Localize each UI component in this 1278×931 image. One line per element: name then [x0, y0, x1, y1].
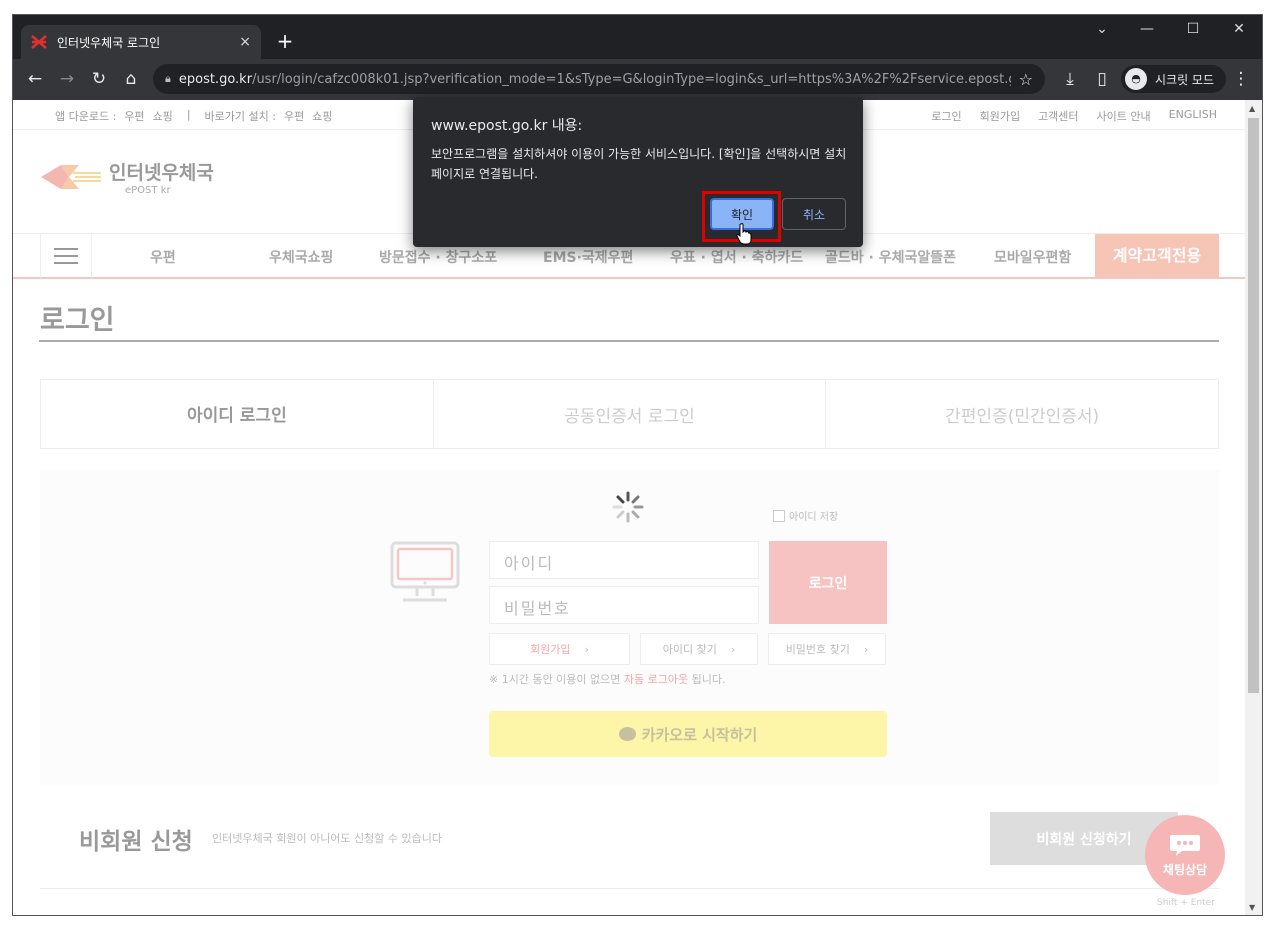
dialog-message: 보안프로그램을 설치하셔야 이용이 가능한 서비스입니다. [확인]을 선택하시…	[431, 147, 847, 181]
guest-description: 인터넷우체국 회원이 아니어도 신청할 수 있습니다	[212, 832, 443, 845]
password-input[interactable]: 비밀번호	[489, 586, 759, 624]
title-divider	[39, 340, 1219, 342]
browser-menu-icon[interactable]: ⋮	[1229, 69, 1253, 89]
hamburger-icon	[54, 255, 78, 257]
epost-favicon-icon	[31, 35, 47, 49]
hand-cursor-icon	[736, 223, 752, 245]
save-id-checkbox[interactable]: 아이디 저장	[773, 508, 838, 523]
login-link[interactable]: 로그인	[931, 108, 961, 124]
scroll-down-icon[interactable]: ▼	[1249, 903, 1255, 912]
auto-logout-notice: ※ 1시간 동안 이용이 없으면 자동 로그아웃 됩니다.	[489, 673, 726, 686]
hamburger-menu-button[interactable]	[40, 234, 92, 278]
chevron-right-icon: ›	[863, 642, 869, 656]
alert-dialog: www.epost.go.kr 내용: 보안프로그램을 설치하셔야 이용이 가능…	[413, 97, 863, 247]
download-icon[interactable]: ⤓	[1058, 69, 1082, 89]
tab-title: 인터넷우체국 로그인	[57, 35, 161, 50]
signup-label: 회원가입	[530, 643, 571, 656]
logo-name: 인터넷우체국	[109, 162, 214, 184]
incognito-icon: ◓	[1125, 68, 1147, 90]
scroll-up-icon[interactable]: ▲	[1249, 104, 1255, 113]
tab-id-login[interactable]: 아이디 로그인	[41, 380, 433, 448]
signup-button[interactable]: 회원가입 ›	[489, 633, 630, 665]
logo-sub: ePOST kr	[125, 185, 171, 196]
id-input[interactable]: 아이디	[489, 541, 759, 579]
gnb-item-mobile-mailbox[interactable]: 모바일우편함	[994, 247, 1071, 267]
util-left: 앱 다운로드 : 우편 쇼핑 | 바로가기 설치 : 우편 쇼핑	[55, 108, 333, 124]
bookmark-star-icon[interactable]: ☆	[1019, 70, 1033, 89]
site-guide-link[interactable]: 사이트 안내	[1097, 108, 1151, 124]
chevron-right-icon: ›	[730, 642, 736, 656]
kakao-login-button[interactable]: 카카오로 시작하기	[489, 711, 887, 757]
shortcut-label: 바로가기 설치 :	[204, 110, 276, 123]
gnb-contract-customer[interactable]: 계약고객전용	[1095, 234, 1219, 278]
browser-window: 인터넷우체국 로그인 × + ⌄ — ☐ ✕ ← → ↻ ⌂ 🔒︎ epost.…	[12, 14, 1263, 916]
close-window-button[interactable]: ✕	[1224, 21, 1254, 37]
tab-strip: 인터넷우체국 로그인 × + ⌄ — ☐ ✕	[13, 15, 1262, 59]
app-download-shop-link[interactable]: 쇼핑	[153, 108, 173, 124]
bottom-divider	[40, 888, 1219, 889]
url-text: epost.go.kr/usr/login/cafzc008k01.jsp?ve…	[179, 72, 1011, 87]
chat-label: 채팅상담	[1162, 862, 1208, 877]
page-scrollbar[interactable]: ▲ ▼	[1245, 100, 1262, 915]
gnb-item-stamps[interactable]: 우표 · 엽서 · 축하카드	[670, 247, 803, 267]
customer-center-link[interactable]: 고객센터	[1038, 108, 1078, 124]
lock-icon[interactable]: 🔒︎	[165, 72, 171, 86]
incognito-label: 시크릿 모드	[1155, 72, 1215, 87]
english-link[interactable]: ENGLISH	[1169, 108, 1217, 124]
scroll-thumb[interactable]	[1248, 118, 1259, 693]
chat-shortcut-hint: Shift + Enter	[1157, 898, 1215, 908]
gnb-item-visit-pickup[interactable]: 방문접수 · 창구소포	[379, 247, 497, 267]
kakao-speech-icon	[618, 727, 636, 741]
kakao-label: 카카오로 시작하기	[641, 725, 758, 744]
chevron-right-icon: ›	[584, 642, 589, 656]
computer-icon	[390, 541, 460, 602]
login-button[interactable]: 로그인	[769, 541, 887, 624]
browser-tab[interactable]: 인터넷우체국 로그인 ×	[21, 25, 261, 59]
reload-button[interactable]: ↻	[87, 69, 111, 89]
tab-close-icon[interactable]: ×	[239, 34, 251, 50]
find-password-label: 비밀번호 찾기	[785, 643, 850, 656]
chat-consult-button[interactable]: 채팅상담	[1145, 815, 1225, 895]
app-download-label: 앱 다운로드 :	[55, 110, 117, 123]
side-panel-icon[interactable]: ▯	[1090, 69, 1114, 89]
find-password-button[interactable]: 비밀번호 찾기 ›	[768, 633, 886, 665]
login-tabs: 아이디 로그인 공동인증서 로그인 간편인증(민간인증서)	[40, 379, 1219, 449]
browser-toolbar: ← → ↻ ⌂ 🔒︎ epost.go.kr/usr/login/cafzc00…	[13, 59, 1262, 100]
signup-link[interactable]: 회원가입	[980, 108, 1020, 124]
page-title: 로그인	[40, 305, 115, 336]
guest-title: 비회원 신청	[79, 829, 193, 855]
new-tab-button[interactable]: +	[273, 29, 297, 53]
epost-logo-icon	[41, 165, 101, 189]
tab-search-icon[interactable]: ⌄	[1087, 21, 1117, 37]
find-id-button[interactable]: 아이디 찾기 ›	[640, 633, 758, 665]
address-bar[interactable]: 🔒︎ epost.go.kr/usr/login/cafzc008k01.jsp…	[153, 64, 1045, 94]
incognito-badge[interactable]: ◓ 시크릿 모드	[1121, 65, 1227, 93]
gnb-item-goldbar[interactable]: 골드바 · 우체국알뜰폰	[825, 247, 956, 267]
tab-certificate-login[interactable]: 공동인증서 로그인	[432, 380, 826, 448]
shortcut-shop-link[interactable]: 쇼핑	[312, 108, 332, 124]
home-button[interactable]: ⌂	[119, 69, 143, 89]
loading-spinner-icon	[612, 491, 644, 523]
minimize-button[interactable]: —	[1132, 21, 1162, 37]
tab-simple-auth[interactable]: 간편인증(민간인증서)	[825, 380, 1219, 448]
maximize-button[interactable]: ☐	[1178, 21, 1208, 37]
site-logo[interactable]: 인터넷우체국 ePOST kr	[39, 158, 214, 196]
dialog-cancel-button[interactable]: 취소	[782, 198, 846, 230]
util-right: 로그인 회원가입 고객센터 사이트 안내 ENGLISH	[931, 108, 1217, 124]
url-host: epost.go.kr	[178, 71, 253, 87]
shortcut-post-link[interactable]: 우편	[284, 108, 304, 124]
gnb-item-shopping[interactable]: 우체국쇼핑	[269, 247, 333, 267]
gnb-item-ems[interactable]: EMS·국제우편	[543, 247, 633, 267]
dialog-title: www.epost.go.kr 내용:	[431, 118, 583, 134]
save-id-label: 아이디 저장	[789, 512, 839, 523]
checkbox-box[interactable]	[773, 509, 785, 522]
back-button[interactable]: ←	[23, 69, 47, 89]
find-id-label: 아이디 찾기	[662, 643, 717, 656]
forward-button[interactable]: →	[55, 69, 79, 89]
gnb-item-post[interactable]: 우편	[150, 247, 176, 267]
app-download-post-link[interactable]: 우편	[124, 108, 144, 124]
url-path: /usr/login/cafzc008k01.jsp?verification_…	[252, 71, 1011, 87]
chat-bubble-icon	[1170, 834, 1200, 856]
